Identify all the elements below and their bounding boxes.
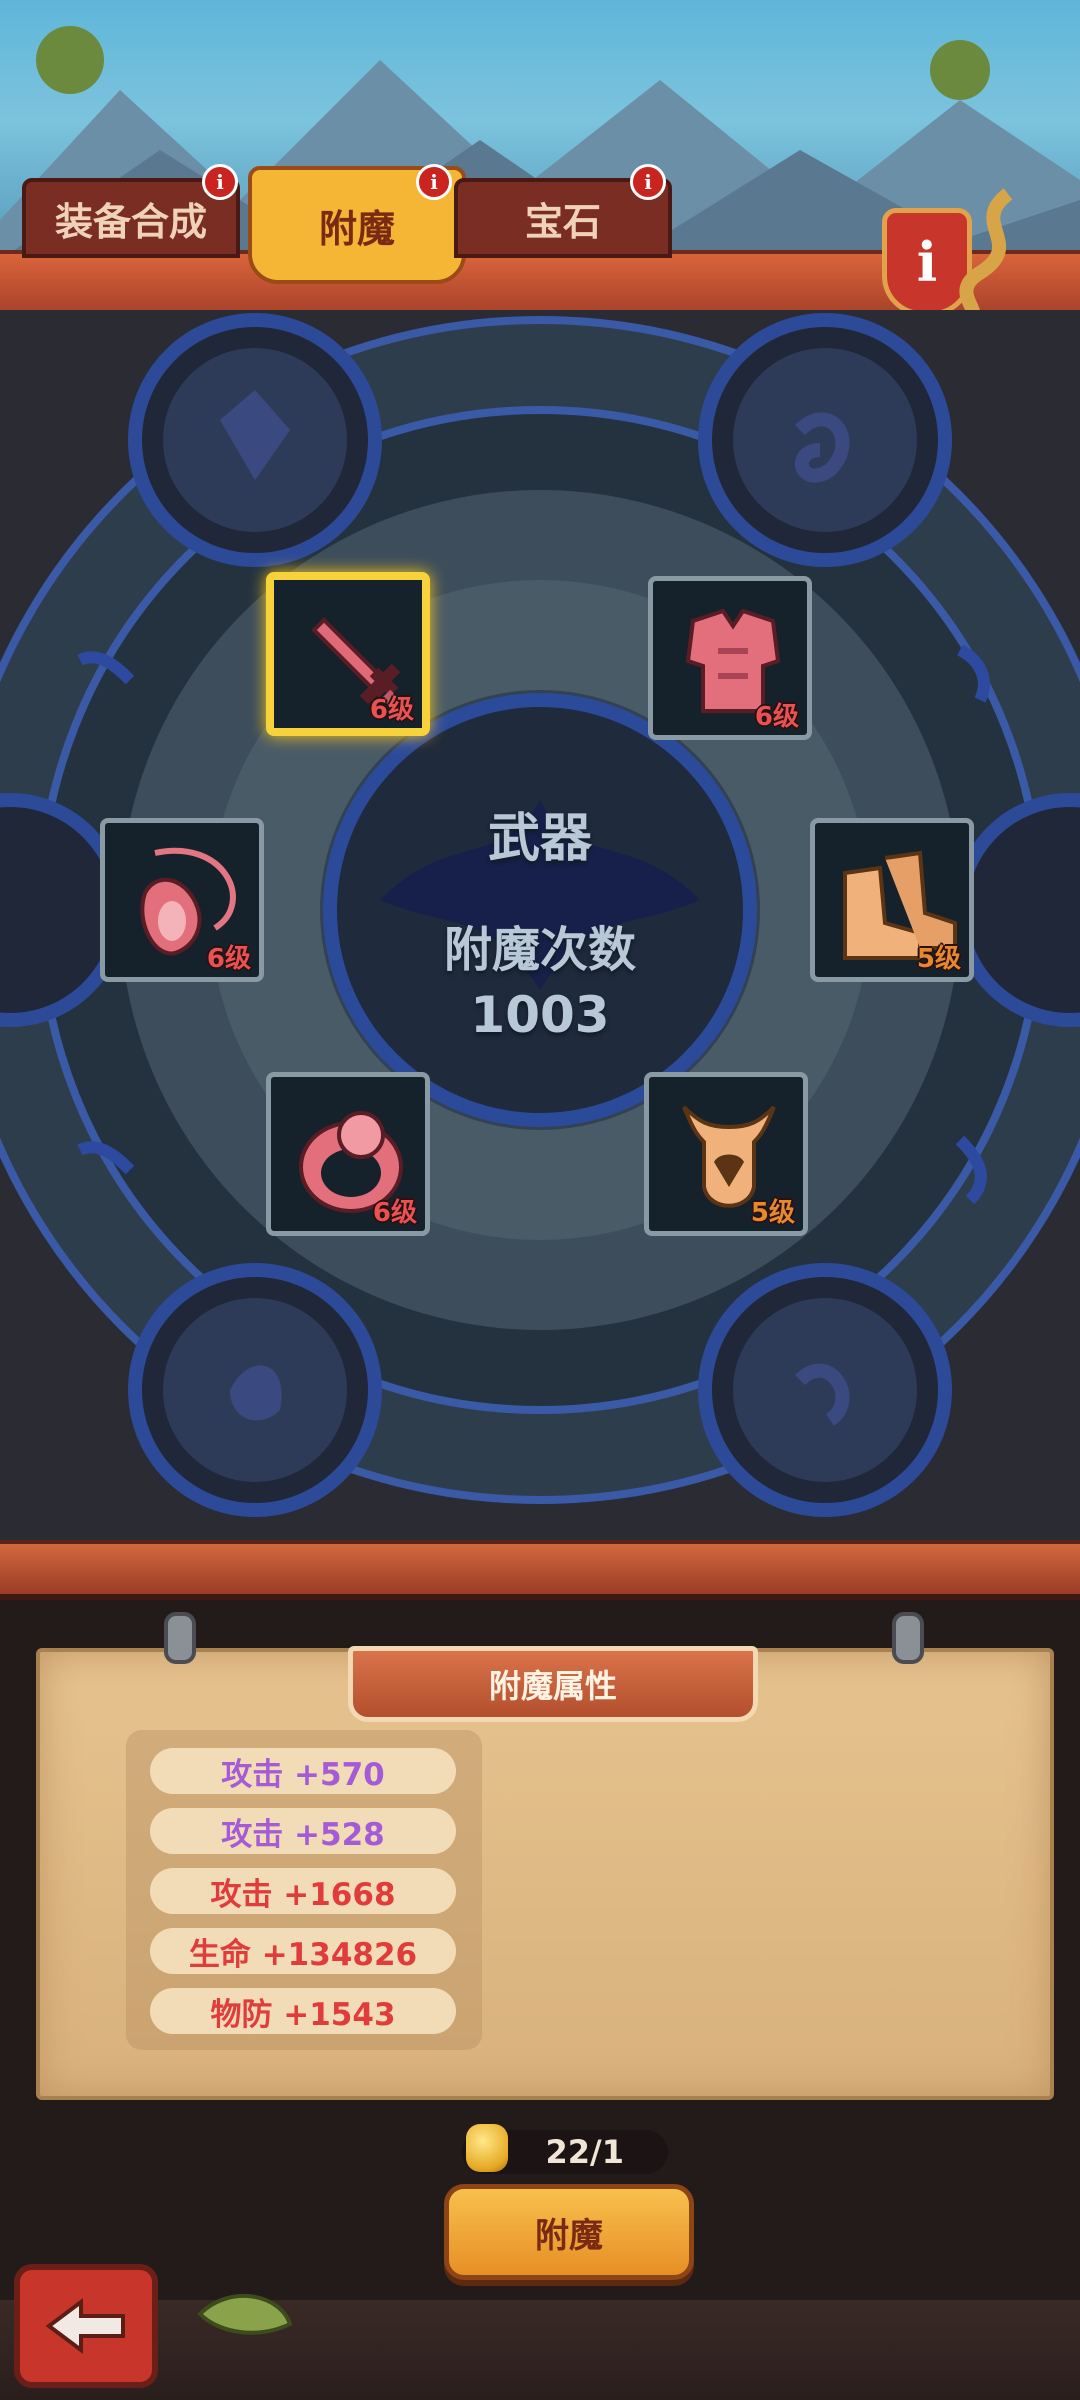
attribute-row: 物防 +1543 — [150, 1988, 456, 2034]
back-button[interactable] — [14, 2264, 158, 2388]
notification-badge: i — [202, 164, 238, 200]
equipment-slot-boots[interactable]: 5级 — [810, 818, 974, 982]
selected-slot-name: 武器 — [487, 809, 592, 869]
tab-label: 附魔 — [318, 206, 395, 251]
panel-title-text: 附魔属性 — [488, 1667, 617, 1705]
hanging-hook — [164, 1612, 196, 1664]
attribute-row: 生命 +134826 — [150, 1928, 456, 1974]
item-level: 5级 — [916, 944, 961, 974]
tab-label: 装备合成 — [54, 199, 207, 244]
leaf-decoration — [197, 2293, 293, 2335]
item-level: 6级 — [206, 944, 251, 974]
equipment-slot-helmet[interactable]: 5级 — [644, 1072, 808, 1236]
hanging-hook — [892, 1612, 924, 1664]
equipment-slot-ring[interactable]: 6级 — [266, 1072, 430, 1236]
rope-decoration — [959, 188, 1013, 324]
enchant-button-label: 附魔 — [535, 2215, 603, 2256]
gold-coin-icon — [466, 2124, 508, 2172]
equipment-slot-necklace[interactable]: 6级 — [100, 818, 264, 982]
attribute-row: 攻击 +1668 — [150, 1868, 456, 1914]
notification-badge: i — [416, 164, 452, 200]
attribute-row: 攻击 +570 — [150, 1748, 456, 1794]
equipment-slot-armor[interactable]: 6级 — [648, 576, 812, 740]
item-level: 5级 — [750, 1198, 795, 1228]
item-level: 6级 — [372, 1198, 417, 1228]
cost-value: 22/1 — [545, 2133, 624, 2171]
panel-title: 附魔属性 — [348, 1646, 758, 1722]
tab-label: 宝石 — [524, 199, 601, 244]
attribute-row: 攻击 +528 — [150, 1808, 456, 1854]
equipment-slot-weapon[interactable]: 6级 — [266, 572, 430, 736]
notification-badge: i — [630, 164, 666, 200]
enchant-button[interactable]: 附魔 — [444, 2184, 694, 2280]
wood-divider — [0, 1540, 1080, 1600]
enchant-count-value: 1003 — [470, 986, 610, 1044]
ground-decoration — [0, 2300, 1080, 2400]
enchant-count-label: 附魔次数 — [443, 922, 636, 978]
back-arrow-icon — [45, 2298, 125, 2354]
info-icon: i — [916, 230, 938, 294]
item-level: 6级 — [369, 695, 414, 725]
item-level: 6级 — [754, 702, 799, 732]
